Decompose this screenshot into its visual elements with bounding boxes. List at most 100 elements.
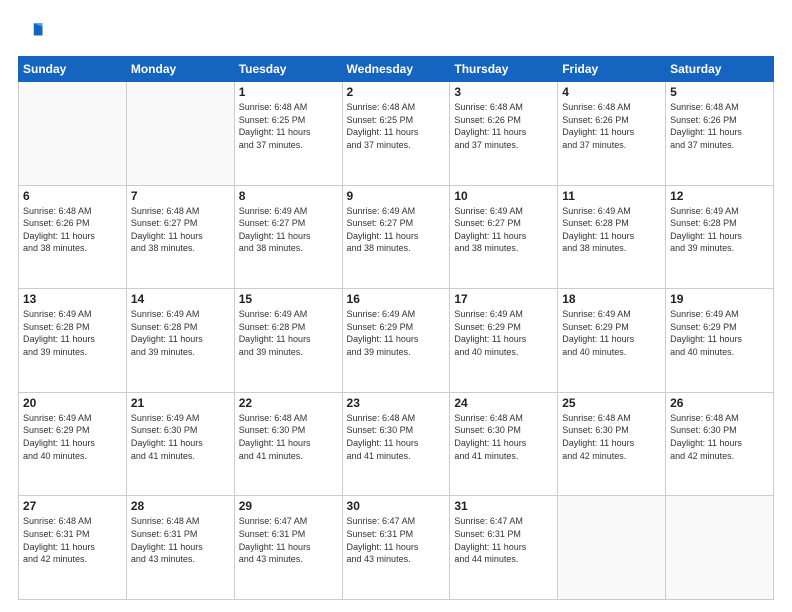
calendar-header-row: SundayMondayTuesdayWednesdayThursdayFrid… bbox=[19, 57, 774, 82]
calendar-cell: 13 Sunrise: 6:49 AM Sunset: 6:28 PM Dayli… bbox=[19, 289, 127, 393]
calendar-cell: 28 Sunrise: 6:48 AM Sunset: 6:31 PM Dayli… bbox=[126, 496, 234, 600]
calendar-cell: 4 Sunrise: 6:48 AM Sunset: 6:26 PM Daylig… bbox=[558, 82, 666, 186]
day-number: 19 bbox=[670, 292, 769, 306]
calendar-cell: 15 Sunrise: 6:49 AM Sunset: 6:28 PM Dayli… bbox=[234, 289, 342, 393]
calendar-cell: 27Sunrise: 6:48 AM Sunset: 6:31 PM Dayli… bbox=[19, 496, 127, 600]
day-number: 29 bbox=[239, 499, 338, 513]
calendar-cell bbox=[558, 496, 666, 600]
day-info: Sunrise: 6:48 AM Sunset: 6:26 PM Dayligh… bbox=[454, 101, 553, 151]
day-info: Sunrise: 6:49 AM Sunset: 6:27 PM Dayligh… bbox=[454, 205, 553, 255]
day-info: Sunrise: 6:49 AM Sunset: 6:27 PM Dayligh… bbox=[347, 205, 446, 255]
calendar-header-friday: Friday bbox=[558, 57, 666, 82]
day-number: 9 bbox=[347, 189, 446, 203]
calendar-cell: 14 Sunrise: 6:49 AM Sunset: 6:28 PM Dayli… bbox=[126, 289, 234, 393]
calendar-cell: 2Sunrise: 6:48 AM Sunset: 6:25 PM Daylig… bbox=[342, 82, 450, 186]
calendar-cell bbox=[666, 496, 774, 600]
calendar-cell: 26 Sunrise: 6:48 AM Sunset: 6:30 PM Dayli… bbox=[666, 392, 774, 496]
calendar-cell: 5Sunrise: 6:48 AM Sunset: 6:26 PM Daylig… bbox=[666, 82, 774, 186]
day-number: 24 bbox=[454, 396, 553, 410]
day-info: Sunrise: 6:48 AM Sunset: 6:30 PM Dayligh… bbox=[670, 412, 769, 462]
header bbox=[18, 18, 774, 46]
day-info: Sunrise: 6:49 AM Sunset: 6:29 PM Dayligh… bbox=[454, 308, 553, 358]
day-info: Sunrise: 6:49 AM Sunset: 6:29 PM Dayligh… bbox=[23, 412, 122, 462]
calendar-week-2: 13 Sunrise: 6:49 AM Sunset: 6:28 PM Dayli… bbox=[19, 289, 774, 393]
day-info: Sunrise: 6:49 AM Sunset: 6:29 PM Dayligh… bbox=[562, 308, 661, 358]
day-number: 20 bbox=[23, 396, 122, 410]
calendar-cell: 6 Sunrise: 6:48 AM Sunset: 6:26 PM Daylig… bbox=[19, 185, 127, 289]
day-info: Sunrise: 6:48 AM Sunset: 6:26 PM Dayligh… bbox=[23, 205, 122, 255]
calendar-cell: 31 Sunrise: 6:47 AM Sunset: 6:31 PM Dayli… bbox=[450, 496, 558, 600]
calendar-cell bbox=[126, 82, 234, 186]
day-number: 8 bbox=[239, 189, 338, 203]
day-number: 3 bbox=[454, 85, 553, 99]
calendar-cell: 19 Sunrise: 6:49 AM Sunset: 6:29 PM Dayli… bbox=[666, 289, 774, 393]
day-number: 15 bbox=[239, 292, 338, 306]
calendar-cell: 18 Sunrise: 6:49 AM Sunset: 6:29 PM Dayli… bbox=[558, 289, 666, 393]
day-info: Sunrise: 6:48 AM Sunset: 6:30 PM Dayligh… bbox=[347, 412, 446, 462]
day-info: Sunrise: 6:49 AM Sunset: 6:30 PM Dayligh… bbox=[131, 412, 230, 462]
day-info: Sunrise: 6:47 AM Sunset: 6:31 PM Dayligh… bbox=[347, 515, 446, 565]
day-info: Sunrise: 6:48 AM Sunset: 6:25 PM Dayligh… bbox=[347, 101, 446, 151]
calendar-cell: 11 Sunrise: 6:49 AM Sunset: 6:28 PM Dayli… bbox=[558, 185, 666, 289]
day-number: 21 bbox=[131, 396, 230, 410]
day-info: Sunrise: 6:49 AM Sunset: 6:29 PM Dayligh… bbox=[670, 308, 769, 358]
day-number: 10 bbox=[454, 189, 553, 203]
calendar-week-0: 1 Sunrise: 6:48 AM Sunset: 6:25 PM Daylig… bbox=[19, 82, 774, 186]
calendar-cell: 10 Sunrise: 6:49 AM Sunset: 6:27 PM Dayli… bbox=[450, 185, 558, 289]
calendar-header-saturday: Saturday bbox=[666, 57, 774, 82]
calendar-cell: 21 Sunrise: 6:49 AM Sunset: 6:30 PM Dayli… bbox=[126, 392, 234, 496]
day-info: Sunrise: 6:48 AM Sunset: 6:25 PM Dayligh… bbox=[239, 101, 338, 151]
day-info: Sunrise: 6:49 AM Sunset: 6:28 PM Dayligh… bbox=[239, 308, 338, 358]
day-info: Sunrise: 6:48 AM Sunset: 6:26 PM Dayligh… bbox=[562, 101, 661, 151]
day-number: 18 bbox=[562, 292, 661, 306]
day-info: Sunrise: 6:49 AM Sunset: 6:29 PM Dayligh… bbox=[347, 308, 446, 358]
day-number: 7 bbox=[131, 189, 230, 203]
calendar-week-1: 6 Sunrise: 6:48 AM Sunset: 6:26 PM Daylig… bbox=[19, 185, 774, 289]
day-number: 17 bbox=[454, 292, 553, 306]
calendar-cell: 30 Sunrise: 6:47 AM Sunset: 6:31 PM Dayli… bbox=[342, 496, 450, 600]
calendar-week-3: 20 Sunrise: 6:49 AM Sunset: 6:29 PM Dayli… bbox=[19, 392, 774, 496]
calendar-cell: 8 Sunrise: 6:49 AM Sunset: 6:27 PM Daylig… bbox=[234, 185, 342, 289]
day-info: Sunrise: 6:47 AM Sunset: 6:31 PM Dayligh… bbox=[454, 515, 553, 565]
day-info: Sunrise: 6:47 AM Sunset: 6:31 PM Dayligh… bbox=[239, 515, 338, 565]
calendar-cell: 29 Sunrise: 6:47 AM Sunset: 6:31 PM Dayli… bbox=[234, 496, 342, 600]
day-number: 12 bbox=[670, 189, 769, 203]
calendar-cell: 12Sunrise: 6:49 AM Sunset: 6:28 PM Dayli… bbox=[666, 185, 774, 289]
day-number: 27 bbox=[23, 499, 122, 513]
logo bbox=[18, 18, 50, 46]
calendar-cell: 22 Sunrise: 6:48 AM Sunset: 6:30 PM Dayli… bbox=[234, 392, 342, 496]
calendar-header-thursday: Thursday bbox=[450, 57, 558, 82]
day-number: 30 bbox=[347, 499, 446, 513]
day-number: 13 bbox=[23, 292, 122, 306]
calendar-cell: 20 Sunrise: 6:49 AM Sunset: 6:29 PM Dayli… bbox=[19, 392, 127, 496]
day-number: 31 bbox=[454, 499, 553, 513]
day-number: 28 bbox=[131, 499, 230, 513]
day-number: 1 bbox=[239, 85, 338, 99]
day-info: Sunrise: 6:48 AM Sunset: 6:30 PM Dayligh… bbox=[239, 412, 338, 462]
calendar-cell: 9 Sunrise: 6:49 AM Sunset: 6:27 PM Daylig… bbox=[342, 185, 450, 289]
day-info: Sunrise: 6:49 AM Sunset: 6:27 PM Dayligh… bbox=[239, 205, 338, 255]
day-info: Sunrise: 6:49 AM Sunset: 6:28 PM Dayligh… bbox=[131, 308, 230, 358]
calendar-cell: 25Sunrise: 6:48 AM Sunset: 6:30 PM Dayli… bbox=[558, 392, 666, 496]
day-number: 22 bbox=[239, 396, 338, 410]
calendar-cell: 1 Sunrise: 6:48 AM Sunset: 6:25 PM Daylig… bbox=[234, 82, 342, 186]
calendar-header-monday: Monday bbox=[126, 57, 234, 82]
day-number: 4 bbox=[562, 85, 661, 99]
calendar-cell: 7 Sunrise: 6:48 AM Sunset: 6:27 PM Daylig… bbox=[126, 185, 234, 289]
day-number: 6 bbox=[23, 189, 122, 203]
day-number: 11 bbox=[562, 189, 661, 203]
calendar-table: SundayMondayTuesdayWednesdayThursdayFrid… bbox=[18, 56, 774, 600]
calendar-header-sunday: Sunday bbox=[19, 57, 127, 82]
calendar-cell: 24Sunrise: 6:48 AM Sunset: 6:30 PM Dayli… bbox=[450, 392, 558, 496]
calendar-week-4: 27 Sunrise: 6:48 AM Sunset: 6:31 PM Dayli… bbox=[19, 496, 774, 600]
day-info: Sunrise: 6:49 AM Sunset: 6:28 PM Dayligh… bbox=[23, 308, 122, 358]
calendar-cell: 16Sunrise: 6:49 AM Sunset: 6:29 PM Dayli… bbox=[342, 289, 450, 393]
calendar-header-wednesday: Wednesday bbox=[342, 57, 450, 82]
day-number: 14 bbox=[131, 292, 230, 306]
day-number: 26 bbox=[670, 396, 769, 410]
day-info: Sunrise: 6:48 AM Sunset: 6:27 PM Dayligh… bbox=[131, 205, 230, 255]
day-info: Sunrise: 6:49 AM Sunset: 6:28 PM Dayligh… bbox=[562, 205, 661, 255]
calendar-cell: 3 Sunrise: 6:48 AM Sunset: 6:26 PM Daylig… bbox=[450, 82, 558, 186]
day-info: Sunrise: 6:48 AM Sunset: 6:31 PM Dayligh… bbox=[131, 515, 230, 565]
day-number: 5 bbox=[670, 85, 769, 99]
